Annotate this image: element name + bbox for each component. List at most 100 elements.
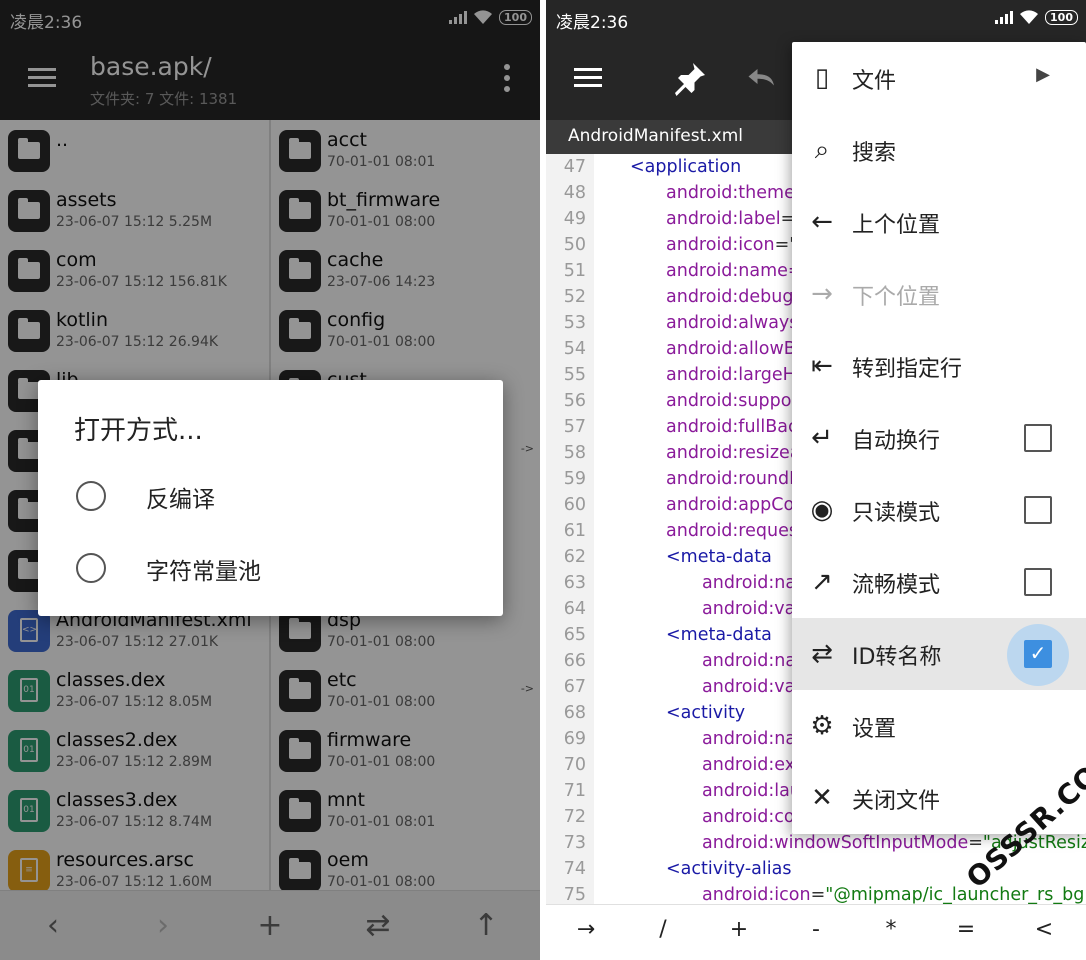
line-number: 71 [563, 781, 586, 801]
option-label: 字符常量池 [146, 559, 261, 585]
line-number: 50 [563, 235, 586, 255]
code-token: android:icon [666, 235, 775, 255]
symbol-key[interactable]: / [643, 917, 683, 942]
option-label: 反编译 [146, 487, 215, 513]
line-number: 57 [563, 417, 586, 437]
line-number: 53 [563, 313, 586, 333]
code-text: <meta-data [666, 622, 772, 648]
menu-item-label: 自动换行 [852, 429, 941, 454]
trending-icon: ↗ [811, 567, 833, 597]
code-token: android:resizea [666, 443, 801, 463]
arrow-left-icon: ← [811, 207, 833, 237]
undo-icon[interactable] [744, 60, 780, 96]
line-number: 70 [563, 755, 586, 775]
code-token: <meta-data [666, 547, 772, 567]
symbol-keybar: → / + - * = < [546, 904, 1086, 960]
checkbox-checked[interactable]: ✓ [1024, 640, 1052, 668]
tab-label: AndroidManifest.xml [568, 126, 744, 146]
code-text: android:appCo [666, 492, 794, 518]
line-number: 48 [563, 183, 586, 203]
left-screen: 凌晨2:36 100 base.apk/ 文件夹: 7 文件: 1381 .. a… [0, 0, 540, 960]
code-text: android:always [666, 310, 798, 336]
line-number: 62 [563, 547, 586, 567]
line-number: 67 [563, 677, 586, 697]
code-text: android:va [702, 596, 795, 622]
line-number: 72 [563, 807, 586, 827]
option-string-pool[interactable]: 字符常量池 [38, 537, 503, 601]
line-number: 49 [563, 209, 586, 229]
menu-item[interactable]: ↗ 流畅模式 [792, 546, 1086, 618]
open-with-dialog: 打开方式... 反编译 字符常量池 [38, 380, 503, 616]
symbol-key[interactable]: - [796, 917, 836, 942]
code-token: android:reques [666, 521, 798, 541]
line-number: 52 [563, 287, 586, 307]
menu-item-label: 上个位置 [852, 213, 941, 238]
code-token: android:ex [702, 755, 796, 775]
checkbox[interactable] [1024, 496, 1052, 524]
code-token: android:allowB [666, 339, 796, 359]
code-text: android:theme [666, 180, 795, 206]
eye-icon: ◉ [810, 495, 834, 525]
arrow-right-icon: → [811, 279, 833, 309]
goto-line-icon: ⇤ [811, 351, 833, 381]
code-text: android:suppor [666, 388, 799, 414]
menu-item-label: 下个位置 [852, 285, 941, 310]
menu-item[interactable]: ⇤ 转到指定行 [792, 330, 1086, 402]
menu-item[interactable]: → 下个位置 [792, 258, 1086, 330]
symbol-key[interactable]: * [871, 917, 911, 942]
checkbox[interactable] [1024, 424, 1052, 452]
menu-item-label: 关闭文件 [852, 789, 941, 814]
line-number: 74 [563, 859, 586, 879]
menu-item-label: 搜索 [852, 141, 897, 166]
symbol-key[interactable]: = [946, 917, 986, 942]
code-text: <meta-data [666, 544, 772, 570]
line-number: 58 [563, 443, 586, 463]
menu-item[interactable]: ◉ 只读模式 [792, 474, 1086, 546]
radio-button[interactable] [76, 553, 106, 583]
signal-icon [995, 10, 1014, 24]
code-token: android:va [702, 677, 796, 697]
menu-item[interactable]: ↵ 自动换行 [792, 402, 1086, 474]
symbol-key[interactable]: → [566, 917, 606, 942]
line-number: 55 [563, 365, 586, 385]
chevron-right-icon: ▶ [1036, 64, 1050, 85]
code-text: android:largeH [666, 362, 796, 388]
code-token: android:na [702, 573, 797, 593]
code-token: android:label [666, 209, 781, 229]
code-text: android:label=" [666, 206, 803, 232]
line-number: 47 [563, 157, 586, 177]
wifi-icon [1020, 10, 1039, 24]
symbol-key[interactable]: + [719, 917, 759, 942]
file-icon: ▯ [814, 63, 830, 93]
checkbox[interactable] [1024, 568, 1052, 596]
code-text: <activity [666, 700, 745, 726]
code-token: android:fullBac [666, 417, 798, 437]
menu-item[interactable]: ← 上个位置 [792, 186, 1086, 258]
code-text: android:co [702, 804, 795, 830]
code-token: android:icon [702, 885, 811, 905]
menu-item[interactable]: ▯ 文件 ▶ [792, 42, 1086, 114]
code-token: android:suppor [666, 391, 799, 411]
menu-item[interactable]: ⚙ 设置 [792, 690, 1086, 762]
option-decompile[interactable]: 反编译 [38, 465, 503, 529]
pin-icon[interactable] [672, 60, 708, 96]
line-number: 51 [563, 261, 586, 281]
line-number: 59 [563, 469, 586, 489]
close-icon: ✕ [811, 783, 833, 813]
code-text: android:resizea [666, 440, 801, 466]
menu-item[interactable]: ⇄ ID转名称 ✓ [792, 618, 1086, 690]
line-number: 64 [563, 599, 586, 619]
line-number: 56 [563, 391, 586, 411]
code-token: android:na [702, 651, 797, 671]
code-text: android:name= [666, 258, 803, 284]
gear-icon: ⚙ [810, 711, 834, 741]
menu-item-label: 流畅模式 [852, 573, 941, 598]
code-token: android:appCo [666, 495, 795, 515]
menu-item[interactable]: ⌕ 搜索 [792, 114, 1086, 186]
line-number: 63 [563, 573, 586, 593]
status-time: 凌晨2:36 [556, 13, 629, 33]
symbol-key[interactable]: < [1024, 917, 1064, 942]
radio-button[interactable] [76, 481, 106, 511]
code-token: android:co [702, 807, 795, 827]
menu-icon[interactable] [574, 68, 602, 88]
